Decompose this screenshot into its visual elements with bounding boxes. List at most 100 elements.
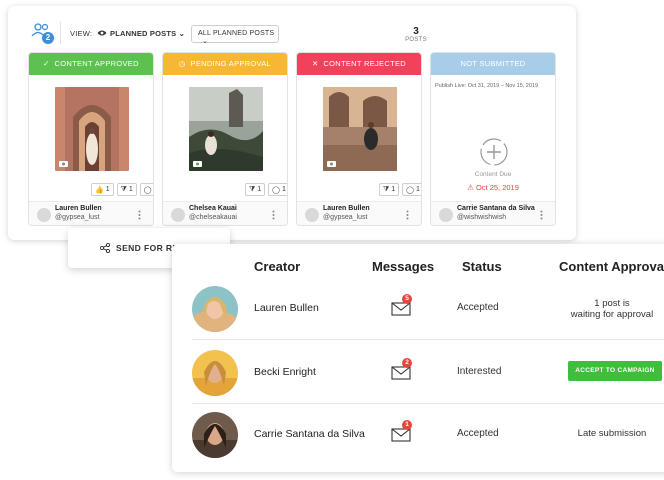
like-count[interactable]: 👍 1 [91,183,114,196]
card-status-header: ✕ CONTENT REJECTED [297,53,421,75]
creator-name: Lauren Bullen [55,205,102,212]
comment-count-value: 1 [282,186,286,193]
approval-text: Late submission [577,428,647,439]
users-count-badge: 2 [42,32,54,44]
dislike-count-value: 1 [391,186,396,193]
card-status-header: NOT SUBMITTED [431,53,555,75]
post-image[interactable] [323,87,397,171]
message-count-badge: 1 [402,420,412,430]
approval-line: 1 post is [594,298,630,309]
kebab-icon[interactable] [138,210,141,220]
close-icon: ✕ [312,59,319,68]
kebab-icon[interactable] [540,210,543,220]
dislike-count[interactable]: ⧩ 1 [116,183,137,196]
creator-name: Lauren Bullen [323,205,370,212]
comment-icon: ◯ [406,186,414,194]
content-due-label: Content Due [474,171,512,178]
toolbar-divider [60,22,61,44]
chevron-down-icon: ⌄ [178,29,186,38]
dislike-count[interactable]: ⧩ 1 [379,183,400,196]
like-icon: 👍 [95,186,104,194]
post-image[interactable] [55,87,129,171]
column-header-content-approval[interactable]: Content Approva [559,259,664,274]
due-date-value: Oct 25, 2019 [475,183,519,192]
dislike-count-value: 1 [128,186,133,193]
comment-count-value: 1 [416,186,420,193]
table-row[interactable]: Lauren Bullen 5 Accepted 1 post is waiti… [172,278,664,340]
check-icon: ✓ [43,59,50,68]
table-row[interactable]: Carrie Santana da Silva 1 Accepted Late … [172,404,664,466]
card-creator: Lauren Bullen @gypsea_lust [297,201,421,225]
column-header-creator[interactable]: Creator [254,259,300,274]
post-image[interactable] [189,87,263,171]
view-dropdown[interactable]: PLANNED POSTS ⌄ [110,29,185,38]
comment-count[interactable]: ◯ 1 [402,183,421,196]
post-card-approved[interactable]: ✓ CONTENT APPROVED 👍1 ⧩1 ◯2 Lauren Bulle… [28,52,154,226]
card-status-label: CONTENT APPROVED [54,59,139,68]
view-dropdown-label: PLANNED POSTS [110,29,177,38]
column-header-messages[interactable]: Messages [372,259,434,274]
dislike-icon: ⧩ [383,185,390,193]
chevron-down-icon: ⌄ [202,38,209,45]
table-row[interactable]: Becki Enright 2 Interested ACCEPT TO CAM… [172,342,664,404]
content-due-date: ⚠ Oct 25, 2019 [431,183,555,192]
dislike-count[interactable]: ⧩ 1 [245,183,266,196]
comment-icon: ◯ [143,186,152,194]
accept-to-campaign-button[interactable]: ACCEPT TO CAMPAIGN [568,361,662,381]
camera-icon [193,161,202,167]
creator-name[interactable]: Carrie Santana da Silva [254,428,365,440]
comment-count[interactable]: ◯ 1 [268,183,287,196]
warning-icon: ⚠ [467,183,474,192]
card-creator: Lauren Bullen @gypsea_lust [29,201,153,225]
filter-dropdown[interactable]: ALL PLANNED POSTS ⌄ [191,25,279,45]
avatar [192,350,238,396]
creator-handle: @wishwishwish [457,214,507,221]
filter-dropdown-label: ALL PLANNED POSTS [198,30,275,37]
creator-handle: @gypsea_lust [55,214,100,221]
creator-handle: @gypsea_lust [323,214,368,221]
kebab-icon[interactable] [406,210,409,220]
avatar [192,286,238,332]
eye-icon [97,30,107,36]
kebab-icon[interactable] [272,210,275,220]
message-count-badge: 2 [402,358,412,368]
posts-count: 3 [413,26,419,37]
column-header-status[interactable]: Status [462,259,502,274]
status-text: Accepted [457,428,499,439]
plus-circle-icon[interactable] [479,137,509,167]
post-card-pending[interactable]: ◷ PENDING APPROVAL ⧩ 1 ◯ 1 Chelsea Kauai @… [162,52,288,226]
row-divider [192,339,664,340]
clock-icon: ◷ [178,59,186,68]
planned-posts-panel: 2 VIEW: PLANNED POSTS ⌄ ALL PLANNED POST… [8,6,576,240]
card-creator: Carrie Santana da Silva @wishwishwish [431,201,555,225]
comment-icon: ◯ [272,186,280,194]
creators-table: Creator Messages Status Content Approva … [172,244,664,472]
creator-name[interactable]: Becki Enright [254,366,316,378]
camera-icon [59,161,68,167]
post-card-not-submitted[interactable]: NOT SUBMITTED Publish Live: Oct 31, 2019… [430,52,556,226]
post-card-rejected[interactable]: ✕ CONTENT REJECTED ⧩ 1 ◯ 1 Lauren Bullen @… [296,52,422,226]
avatar [305,208,319,222]
share-icon [100,243,110,253]
comment-count[interactable]: ◯2 [139,183,153,196]
card-status-header: ✓ CONTENT APPROVED [29,53,153,75]
posts-label: POSTS [405,37,427,43]
card-status-header: ◷ PENDING APPROVAL [163,53,287,75]
avatar [439,208,453,222]
approval-text: 1 post is waiting for approval [552,298,664,320]
status-text: Accepted [457,302,499,313]
publish-live-dates: Publish Live: Oct 31, 2019 – Nov 15, 201… [435,83,539,89]
approval-line: waiting for approval [570,309,654,320]
avatar [192,412,238,458]
creator-name[interactable]: Lauren Bullen [254,302,319,314]
creator-name: Carrie Santana da Silva [457,205,535,212]
creator-handle: @chelseakauai [189,214,237,221]
card-creator: Chelsea Kauai @chelseakauai [163,201,287,225]
view-label: VIEW: [70,29,93,38]
like-count-value: 1 [105,186,110,193]
card-status-label: CONTENT REJECTED [323,59,406,68]
dislike-icon: ⧩ [249,185,256,193]
avatar [37,208,51,222]
avatar [171,208,185,222]
creator-name: Chelsea Kauai [189,205,237,212]
